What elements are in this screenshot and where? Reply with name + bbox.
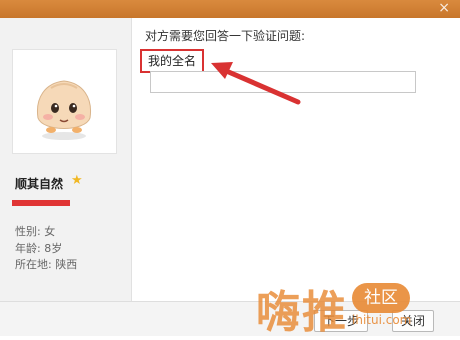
watermark-text: 嗨推: [256, 287, 348, 338]
watermark-url: ihitui.com: [352, 313, 412, 327]
watermark-badge: 社区: [352, 283, 410, 313]
